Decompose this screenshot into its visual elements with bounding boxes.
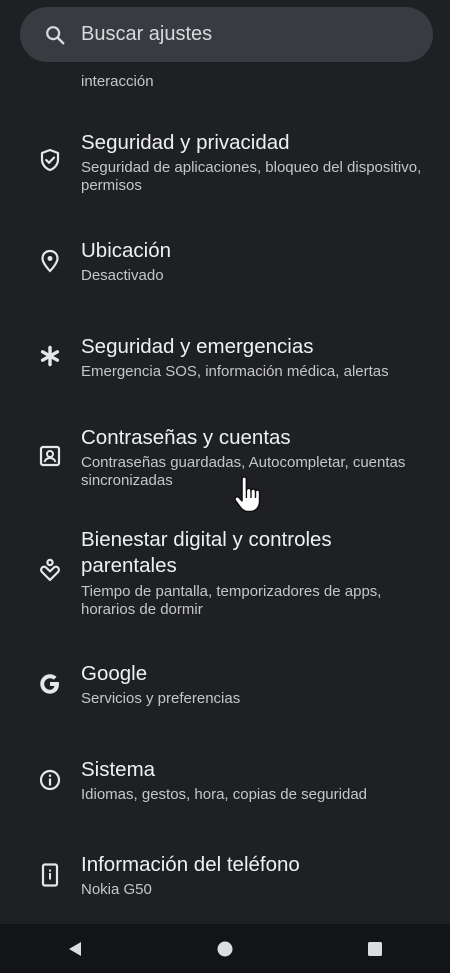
item-subtitle: Servicios y preferencias — [81, 690, 241, 707]
item-title: Seguridad y privacidad — [81, 131, 290, 154]
item-title-line2: parentales — [81, 554, 177, 577]
search-icon — [44, 24, 66, 46]
settings-screen: Buscar ajustes interacción Seguridad y p… — [0, 0, 450, 973]
digital-wellbeing-icon — [38, 558, 62, 582]
hand-pointer-cursor-icon — [232, 476, 264, 514]
location-pin-icon — [38, 249, 62, 273]
item-subtitle: Seguridad de aplicaciones, bloqueo del d… — [81, 159, 422, 194]
settings-item-about-phone[interactable]: Información del teléfono Nokia G50 — [0, 851, 450, 907]
google-g-icon — [38, 672, 62, 696]
item-subtitle: Emergencia SOS, información médica, aler… — [81, 363, 389, 380]
item-title: Seguridad y emergencias — [81, 335, 314, 358]
search-placeholder: Buscar ajustes — [81, 23, 213, 45]
settings-item-system[interactable]: Sistema Idiomas, gestos, hora, copias de… — [0, 756, 450, 812]
asterisk-icon — [38, 344, 62, 368]
system-navigation-bar — [0, 924, 450, 973]
item-title: Sistema — [81, 758, 156, 781]
home-circle-icon[interactable] — [190, 929, 260, 969]
settings-item-digital-wellbeing[interactable]: Bienestar digital y controles parentales… — [0, 527, 450, 623]
clipped-item-subtitle: interacción — [81, 73, 154, 90]
item-subtitle: Idiomas, gestos, hora, copias de segurid… — [81, 786, 368, 803]
phone-info-icon — [38, 863, 62, 887]
item-title: Contraseñas y cuentas — [81, 426, 291, 449]
recents-square-icon[interactable] — [340, 929, 410, 969]
settings-item-location[interactable]: Ubicación Desactivado — [0, 236, 450, 292]
shield-check-icon — [38, 148, 62, 172]
settings-item-passwords-accounts[interactable]: Contraseñas y cuentas Contraseñas guarda… — [0, 424, 450, 496]
item-subtitle: Nokia G50 — [81, 881, 152, 898]
item-subtitle: Desactivado — [81, 267, 164, 284]
account-box-icon — [38, 444, 62, 468]
settings-item-security-privacy[interactable]: Seguridad y privacidad Seguridad de apli… — [0, 128, 450, 200]
item-subtitle: Tiempo de pantalla, temporizadores de ap… — [81, 583, 382, 618]
info-icon — [38, 768, 62, 792]
item-title: Información del teléfono — [81, 853, 300, 876]
settings-item-google[interactable]: Google Servicios y preferencias — [0, 660, 450, 716]
settings-item-safety-emergency[interactable]: Seguridad y emergencias Emergencia SOS, … — [0, 333, 450, 389]
item-title: Ubicación — [81, 239, 172, 262]
item-title-line1: Bienestar digital y controles — [81, 528, 332, 551]
item-title: Google — [81, 662, 148, 685]
search-bar[interactable]: Buscar ajustes — [20, 7, 433, 62]
back-triangle-icon[interactable] — [40, 929, 110, 969]
